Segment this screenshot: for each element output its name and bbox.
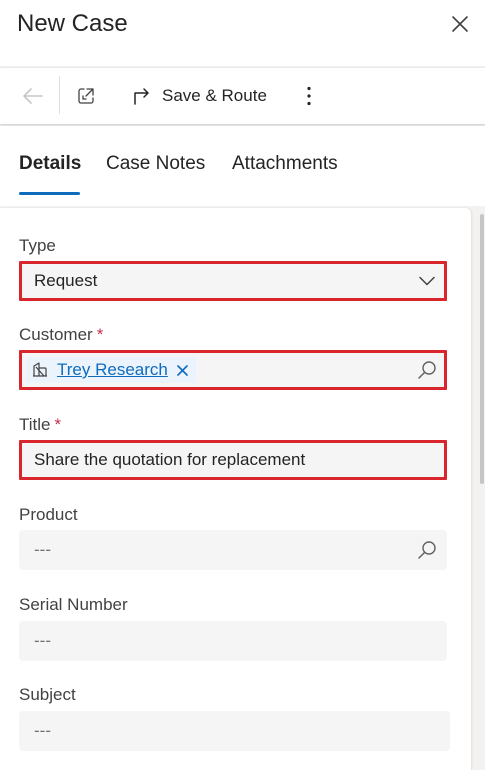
customer-label-text: Customer	[19, 325, 93, 344]
save-and-route-button[interactable]: Save & Route	[132, 80, 267, 112]
tab-attachments[interactable]: Attachments	[232, 153, 338, 175]
subject-label-text: Subject	[19, 685, 76, 704]
popout-icon	[78, 88, 94, 104]
type-value: Request	[34, 271, 98, 290]
title-input[interactable]: Share the quotation for replacement	[19, 440, 447, 480]
required-indicator: *	[96, 325, 104, 344]
product-placeholder: ---	[34, 540, 51, 559]
subject-label: Subject	[19, 685, 76, 705]
type-label: Type	[19, 236, 56, 256]
customer-link[interactable]: Trey Research	[57, 360, 168, 380]
active-tab-indicator	[19, 192, 80, 195]
account-icon	[33, 362, 47, 377]
serial-number-input[interactable]: ---	[19, 621, 447, 661]
serial-number-placeholder: ---	[34, 631, 51, 650]
product-search-button[interactable]	[417, 540, 437, 560]
open-in-new-window-button[interactable]	[72, 82, 100, 110]
remove-customer-button[interactable]	[176, 363, 190, 377]
close-button[interactable]	[446, 10, 474, 38]
required-indicator: *	[54, 415, 62, 434]
customer-lookup-tag: Trey Research	[26, 357, 196, 383]
scrollbar-thumb[interactable]	[480, 214, 484, 484]
tab-case-notes[interactable]: Case Notes	[106, 153, 205, 175]
close-icon	[452, 16, 468, 32]
title-label: Title *	[19, 415, 61, 435]
serial-number-label: Serial Number	[19, 595, 128, 615]
more-commands-button[interactable]	[298, 80, 320, 112]
subject-input[interactable]: ---	[19, 711, 450, 751]
customer-label: Customer *	[19, 325, 103, 345]
tab-bar: Details Case Notes Attachments	[0, 126, 485, 206]
back-button[interactable]	[19, 82, 47, 110]
dialog-title: New Case	[17, 10, 128, 37]
command-bar: Save & Route	[0, 68, 485, 124]
dialog-header: New Case	[0, 0, 485, 66]
title-label-text: Title	[19, 415, 51, 434]
customer-lookup[interactable]: Trey Research	[19, 350, 447, 390]
dismiss-icon	[177, 364, 189, 376]
save-and-route-label: Save & Route	[162, 86, 267, 105]
product-label-text: Product	[19, 505, 78, 524]
title-value: Share the quotation for replacement	[34, 450, 306, 469]
back-arrow-icon	[23, 88, 43, 104]
product-label: Product	[19, 505, 78, 525]
details-form: Type Request Customer * Trey Research Tit…	[0, 208, 471, 770]
more-vertical-icon	[307, 86, 311, 106]
search-icon	[418, 541, 436, 559]
toolbar-divider	[59, 76, 60, 114]
tab-details[interactable]: Details	[19, 153, 81, 175]
type-label-text: Type	[19, 236, 56, 255]
save-route-icon	[134, 88, 149, 105]
customer-search-button[interactable]	[417, 360, 437, 380]
type-select[interactable]: Request	[19, 261, 447, 301]
search-icon	[418, 361, 436, 379]
serial-number-label-text: Serial Number	[19, 595, 128, 614]
chevron-down-icon	[417, 271, 437, 291]
product-lookup[interactable]: ---	[19, 530, 447, 570]
subject-placeholder: ---	[34, 721, 51, 740]
